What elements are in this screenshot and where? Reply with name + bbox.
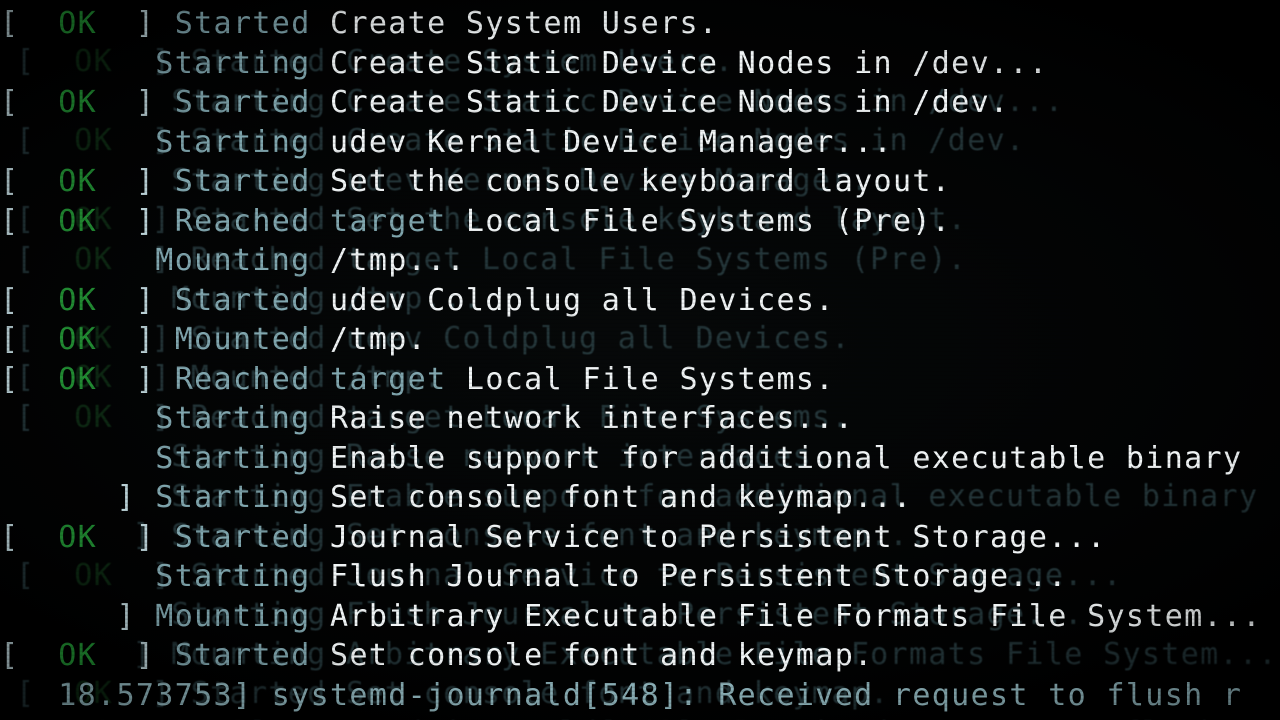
console-log-line: 18.573753] systemd-journald[548]: Receiv… [0,676,1280,716]
console-log-line: [ OK ] Mounted /tmp. [0,320,1280,360]
log-unit-description: /tmp. [330,322,428,357]
status-bracket-open: [ [0,6,59,41]
status-bracket-close: ] [97,361,175,397]
log-unit-description: Create Static Device Nodes in /dev. [330,85,1010,120]
log-verb: Started [174,638,331,673]
log-unit-description: Arbitrary Executable File Formats File S… [330,598,1262,634]
status-bracket-open: [ [0,164,59,199]
console-log-line: Starting Create Static Device Nodes in /… [0,44,1280,84]
log-verb: Started [174,282,331,318]
status-bracket-close: ] [97,164,175,199]
log-unit-description: udev Coldplug all Devices. [330,282,835,318]
status-badge-ok: OK [58,361,98,397]
log-unit-description: Journal Service to Persistent Storage... [330,519,1107,555]
log-verb: Starting [155,559,331,594]
log-unit-description: Raise network interfaces... [330,401,855,436]
log-unit-description: udev Kernel Device Manager... [330,124,893,160]
console-log-line: Starting Raise network interfaces... [0,399,1280,439]
log-verb: Reached target [174,361,466,397]
log-verb: Starting [155,401,331,436]
console-log-line: ] Starting Set console font and keymap..… [0,478,1280,518]
log-verb: Starting [155,480,331,515]
console-log-line: ] Mounting Arbitrary Executable File For… [0,597,1280,637]
log-verb: Started [174,164,331,199]
log-unit-description: Set console font and keymap... [330,480,913,515]
console-log-line: Mounting /tmp... [0,241,1280,281]
log-verb: Started [174,85,331,120]
console-log-line: [ OK ] Reached target Local File Systems… [0,202,1280,242]
status-bracket-open: [ [0,85,59,120]
console-log-output: [ OK ] Started Create System Users. Star… [0,4,1280,720]
status-field-spacer [0,559,155,594]
status-bracket-close: ] [97,638,175,673]
boot-console-screen: [ OK ] Started Create System Users. Star… [0,0,1280,720]
log-unit-description: Flush Journal to Persistent Storage... [330,559,1068,594]
status-field-spacer [0,243,155,278]
status-field-spacer [0,125,155,160]
status-badge-ok: OK [58,282,98,318]
log-verb: Mounting [155,598,331,634]
status-bracket-empty: ] [0,480,156,515]
status-field-spacer [0,46,155,81]
status-bracket-open: [ [0,282,59,318]
status-badge-ok: OK [58,85,98,120]
log-unit-description: /tmp... [330,243,466,278]
status-bracket-open: [ [0,322,59,357]
status-badge-ok: OK [58,164,98,199]
console-log-line: Starting Enable support for additional e… [0,439,1280,479]
log-unit-description: Set console font and keymap. [330,638,874,673]
status-bracket-open: [ [0,519,59,555]
status-bracket-close: ] [97,85,175,120]
log-verb: Mounted [174,322,331,357]
console-log-line: [ OK ] Started udev Coldplug all Devices… [0,281,1280,321]
status-bracket-close: ] [97,203,175,239]
status-bracket-open: [ [0,361,59,397]
status-badge-ok: OK [58,203,98,239]
status-bracket-close: ] [97,322,175,357]
status-field-spacer [0,441,155,476]
status-badge-ok: OK [58,519,98,555]
console-log-line: [ OK ] Started Set console font and keym… [0,636,1280,676]
status-bracket-open: [ [0,203,59,239]
log-verb: Starting [155,124,331,160]
log-unit-description: Local File Systems (Pre). [465,203,952,239]
log-verb: Mounting [155,243,331,278]
status-bracket-close: ] [97,282,175,318]
console-log-line: [ OK ] Reached target Local File Systems… [0,360,1280,400]
log-verb: Starting [155,440,331,476]
status-bracket-open: [ [0,638,59,673]
console-log-line: Starting udev Kernel Device Manager... [0,123,1280,163]
console-log-line: [ OK ] Started Create Static Device Node… [0,83,1280,123]
console-log-line: [ OK ] Started Journal Service to Persis… [0,518,1280,558]
status-bracket-empty: ] [0,598,156,634]
status-badge-ok: OK [58,322,98,357]
log-verb: Reached target [174,203,466,239]
console-log-line: [ OK ] Started Set the console keyboard … [0,162,1280,202]
log-unit-description: Set the console keyboard layout. [330,164,952,199]
status-badge-ok: OK [58,6,98,41]
log-verb: Started [174,6,331,41]
status-bracket-close: ] [97,6,175,41]
log-unit-description: Create System Users. [330,6,719,41]
status-bracket-close: ] [97,519,175,555]
log-verb: Starting [155,45,331,81]
log-unit-description: Enable support for additional executable… [330,440,1243,476]
kernel-message: 18.573753] systemd-journald[548]: Receiv… [0,677,1243,713]
log-unit-description: Local File Systems. [465,361,835,397]
status-field-spacer [0,401,155,436]
status-badge-ok: OK [58,638,98,673]
log-unit-description: Create Static Device Nodes in /dev... [330,45,1049,81]
console-log-line: Starting Flush Journal to Persistent Sto… [0,557,1280,597]
console-log-line: [ OK ] Started Create System Users. [0,4,1280,44]
log-verb: Started [174,519,331,555]
